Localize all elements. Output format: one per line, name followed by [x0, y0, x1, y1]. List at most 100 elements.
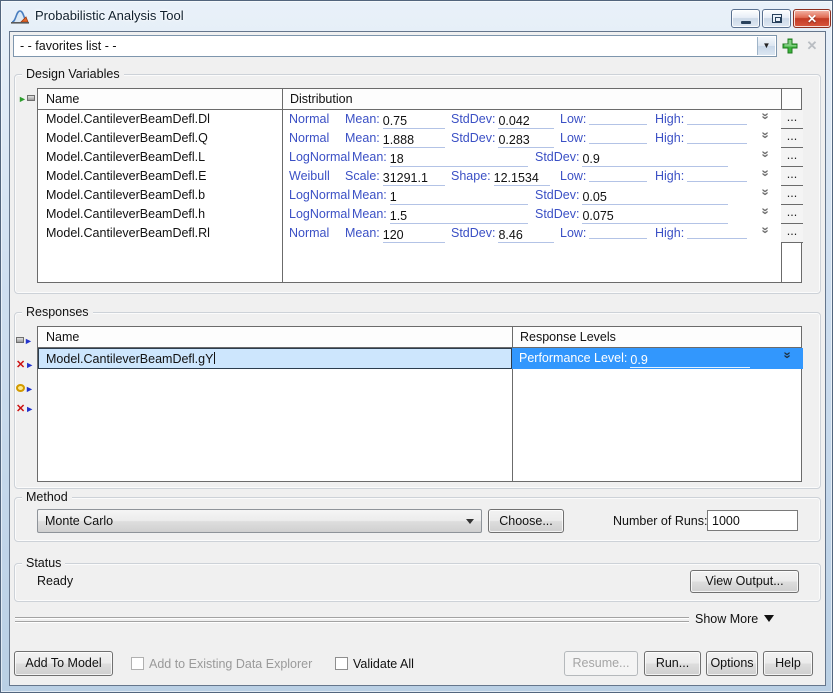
variable-distribution-cell[interactable]: LogNormal Mean:18 StdDev:0.9 »	[282, 148, 781, 167]
param-high[interactable]: High:	[655, 167, 747, 186]
edit-variable-button[interactable]: ...	[781, 129, 803, 148]
close-button[interactable]: ✕	[793, 9, 831, 28]
performance-level-label: Performance Level:	[519, 351, 627, 365]
variable-distribution-cell[interactable]: Normal Mean:120 StdDev:8.46 Low: High: »	[282, 224, 781, 243]
param-stddev[interactable]: StdDev:0.075	[535, 205, 728, 224]
design-variables-title: Design Variables	[22, 67, 124, 81]
param-low[interactable]: Low:	[560, 167, 647, 186]
param-mean[interactable]: Mean:120	[345, 224, 445, 243]
param-high[interactable]: High:	[655, 224, 747, 243]
edit-variable-button[interactable]: ...	[781, 205, 803, 224]
param-low[interactable]: Low:	[560, 129, 647, 148]
variable-name[interactable]: Model.CantileverBeamDefl.h	[38, 205, 282, 224]
response-name[interactable]: Model.CantileverBeamDefl.gY	[38, 348, 512, 369]
add-favorite-button[interactable]	[781, 37, 799, 55]
edit-variable-button[interactable]: ...	[781, 110, 803, 129]
delete-favorite-button[interactable]: ✕	[804, 37, 820, 55]
edit-variable-button[interactable]: ...	[781, 186, 803, 205]
variable-name[interactable]: Model.CantileverBeamDefl.b	[38, 186, 282, 205]
variable-name[interactable]: Model.CantileverBeamDefl.L	[38, 148, 282, 167]
param-stddev[interactable]: StdDev:0.9	[535, 148, 728, 167]
distribution-type[interactable]: LogNormal	[289, 205, 350, 224]
distribution-type[interactable]: Normal	[289, 129, 329, 148]
favorites-dropdown-button[interactable]: ▼	[757, 37, 775, 55]
distribution-type[interactable]: Normal	[289, 110, 329, 129]
param-low[interactable]: Low:	[560, 224, 647, 243]
param-high[interactable]: High:	[655, 129, 747, 148]
chevron-down-icon[interactable]: »	[759, 132, 773, 145]
param-mean[interactable]: Mean:1	[352, 186, 528, 205]
choose-method-button[interactable]: Choose...	[488, 509, 564, 533]
column-header-name: Name	[38, 89, 282, 109]
dropdown-arrow-icon	[466, 519, 474, 528]
status-title: Status	[22, 556, 65, 570]
param-stddev[interactable]: StdDev:0.05	[535, 186, 728, 205]
edit-variable-button[interactable]: ...	[781, 167, 803, 186]
help-button[interactable]: Help	[763, 651, 813, 676]
chevron-down-icon[interactable]: »	[759, 113, 773, 126]
options-button[interactable]: Options	[706, 651, 758, 676]
variable-name[interactable]: Model.CantileverBeamDefl.Rl	[38, 224, 282, 243]
distribution-type[interactable]: LogNormal	[289, 186, 350, 205]
param-low[interactable]: Low:	[560, 110, 647, 129]
number-of-runs-input[interactable]	[707, 510, 798, 531]
maximize-button[interactable]	[762, 9, 791, 28]
variable-distribution-cell[interactable]: Weibull Scale:31291.1 Shape:12.1534 Low:…	[282, 167, 781, 186]
variable-distribution-cell[interactable]: LogNormal Mean:1 StdDev:0.05 »	[282, 186, 781, 205]
add-variable-icon[interactable]: ►	[18, 91, 38, 105]
edit-variable-button[interactable]: ...	[781, 224, 803, 243]
table-row: Model.CantileverBeamDefl.Q Normal Mean:1…	[38, 129, 801, 148]
chevron-down-icon[interactable]: »	[759, 227, 773, 240]
resume-button[interactable]: Resume...	[564, 651, 638, 676]
chevron-down-icon[interactable]: »	[781, 352, 795, 365]
add-existing-checkbox[interactable]	[131, 657, 144, 670]
minimize-icon	[741, 21, 751, 24]
add-output-icon[interactable]: ►	[16, 381, 36, 395]
edit-variable-button[interactable]: ...	[781, 148, 803, 167]
add-to-model-button[interactable]: Add To Model	[14, 651, 113, 676]
add-response-icon[interactable]: ►	[16, 333, 36, 347]
view-output-button[interactable]: View Output...	[690, 570, 799, 593]
chevron-down-icon[interactable]: »	[759, 170, 773, 183]
responses-header: Name Response Levels	[38, 327, 801, 348]
variable-distribution-cell[interactable]: Normal Mean:0.75 StdDev:0.042 Low: High:…	[282, 110, 781, 129]
param-stddev[interactable]: StdDev:0.042	[451, 110, 554, 129]
titlebar[interactable]: Probabilistic Analysis Tool ✕	[1, 1, 832, 31]
param-mean[interactable]: Mean:1.888	[345, 129, 445, 148]
favorites-combobox[interactable]: - - favorites list - - ▼	[13, 35, 777, 57]
response-level-cell[interactable]: Performance Level:0.9 »	[512, 348, 803, 369]
param-stddev[interactable]: StdDev:0.283	[451, 129, 554, 148]
validate-all-checkbox[interactable]	[335, 657, 348, 670]
param-mean[interactable]: Mean:1.5	[352, 205, 528, 224]
variable-distribution-cell[interactable]: Normal Mean:1.888 StdDev:0.283 Low: High…	[282, 129, 781, 148]
remove-all-responses-icon[interactable]: ✕►	[16, 401, 36, 415]
param-scale[interactable]: Scale:31291.1	[345, 167, 445, 186]
show-more-toggle[interactable]: Show More	[695, 612, 807, 630]
distribution-type[interactable]: Weibull	[289, 167, 330, 186]
variable-name[interactable]: Model.CantileverBeamDefl.Q	[38, 129, 282, 148]
param-mean[interactable]: Mean:18	[352, 148, 528, 167]
variable-name[interactable]: Model.CantileverBeamDefl.Dl	[38, 110, 282, 129]
performance-level-value[interactable]: 0.9	[630, 352, 750, 368]
distribution-type[interactable]: LogNormal	[289, 148, 350, 167]
yellow-circle-icon	[16, 384, 25, 392]
window-title: Probabilistic Analysis Tool	[35, 8, 184, 23]
param-high[interactable]: High:	[655, 110, 747, 129]
param-mean[interactable]: Mean:0.75	[345, 110, 445, 129]
distribution-type[interactable]: Normal	[289, 224, 329, 243]
param-stddev[interactable]: StdDev:8.46	[451, 224, 554, 243]
design-variables-header: Name Distribution	[38, 89, 801, 110]
blue-arrow-icon: ►	[24, 336, 33, 346]
param-shape[interactable]: Shape:12.1534	[451, 167, 550, 186]
chevron-down-icon[interactable]: »	[759, 208, 773, 221]
chevron-down-icon[interactable]: »	[759, 151, 773, 164]
separator	[15, 617, 689, 618]
variable-name[interactable]: Model.CantileverBeamDefl.E	[38, 167, 282, 186]
method-combobox[interactable]: Monte Carlo	[37, 509, 482, 533]
probabilistic-analysis-tool-window: Probabilistic Analysis Tool ✕ - - favori…	[0, 0, 833, 693]
chevron-down-icon[interactable]: »	[759, 189, 773, 202]
variable-distribution-cell[interactable]: LogNormal Mean:1.5 StdDev:0.075 »	[282, 205, 781, 224]
minimize-button[interactable]	[731, 9, 760, 28]
remove-response-icon[interactable]: ✕►	[16, 357, 36, 371]
run-button[interactable]: Run...	[644, 651, 701, 676]
